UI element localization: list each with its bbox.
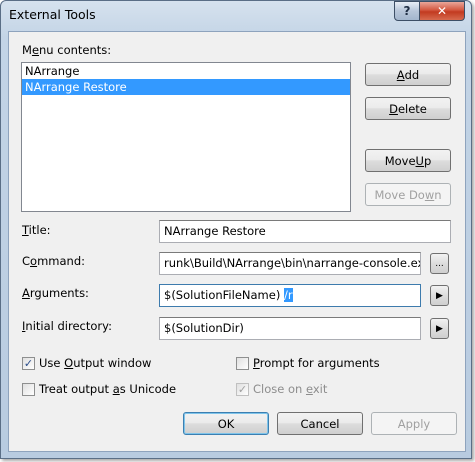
checkmark-icon: ✓ [237, 383, 248, 396]
list-item-narrange-restore[interactable]: NArrange Restore [22, 79, 350, 95]
arrow-right-icon: ▶ [436, 290, 443, 301]
treat-output-unicode-checkbox[interactable] [22, 383, 35, 396]
dialog-content: Menu contents: NArrange NArrange Restore… [8, 31, 466, 452]
initial-directory-macro-button[interactable]: ▶ [430, 318, 449, 339]
use-output-window-checkbox[interactable]: ✓ [22, 357, 35, 370]
arguments-input[interactable]: $(SolutionFileName) /r [159, 284, 421, 307]
arguments-text: $(SolutionFileName) [164, 288, 284, 302]
ok-button[interactable]: OK [183, 412, 269, 435]
close-button[interactable]: ✕ [419, 1, 465, 21]
add-button[interactable]: Add [365, 63, 451, 86]
checkmark-icon: ✓ [23, 357, 34, 370]
close-on-exit-checkbox[interactable]: ✓ [236, 383, 249, 396]
close-on-exit-label[interactable]: Close on exit [253, 382, 327, 396]
command-label: Command: [22, 254, 85, 268]
menu-contents-list[interactable]: NArrange NArrange Restore [21, 62, 351, 212]
title-input[interactable]: NArrange Restore [159, 220, 451, 243]
prompt-for-arguments-label[interactable]: Prompt for arguments [253, 356, 380, 370]
browse-command-button[interactable]: ... [430, 253, 449, 274]
list-item-narrange[interactable]: NArrange [22, 63, 350, 79]
arguments-label: Arguments: [22, 286, 89, 300]
prompt-for-arguments-checkbox[interactable] [236, 357, 249, 370]
command-input[interactable]: runk\Build\NArrange\bin\narrange-console… [159, 252, 421, 275]
external-tools-dialog: External Tools ? ✕ Menu contents: NArran… [0, 0, 472, 459]
move-up-button[interactable]: Move Up [365, 149, 451, 172]
ellipsis-icon: ... [435, 258, 444, 269]
arguments-macro-button[interactable]: ▶ [430, 285, 449, 306]
move-down-button[interactable]: Move Do w n [365, 183, 451, 206]
title-bar[interactable]: External Tools ? ✕ [1, 1, 471, 31]
arrow-right-icon: ▶ [436, 323, 443, 334]
initial-directory-input[interactable]: $(SolutionDir) [159, 317, 421, 340]
treat-output-unicode-label[interactable]: Treat output as Unicode [39, 382, 176, 396]
apply-button[interactable]: Apply [371, 412, 457, 435]
delete-button[interactable]: Delete [365, 97, 451, 120]
menu-contents-label: Menu contents: [22, 43, 112, 57]
close-icon: ✕ [436, 4, 448, 18]
arguments-selected-text: /r [283, 288, 293, 302]
help-icon: ? [403, 4, 411, 18]
initial-directory-label: Initial directory: [22, 319, 112, 333]
title-label: Title: [22, 223, 51, 237]
window-title: External Tools [9, 7, 96, 22]
help-button[interactable]: ? [394, 1, 420, 21]
use-output-window-label[interactable]: Use Output window [39, 356, 151, 370]
cancel-button[interactable]: Cancel [277, 412, 363, 435]
